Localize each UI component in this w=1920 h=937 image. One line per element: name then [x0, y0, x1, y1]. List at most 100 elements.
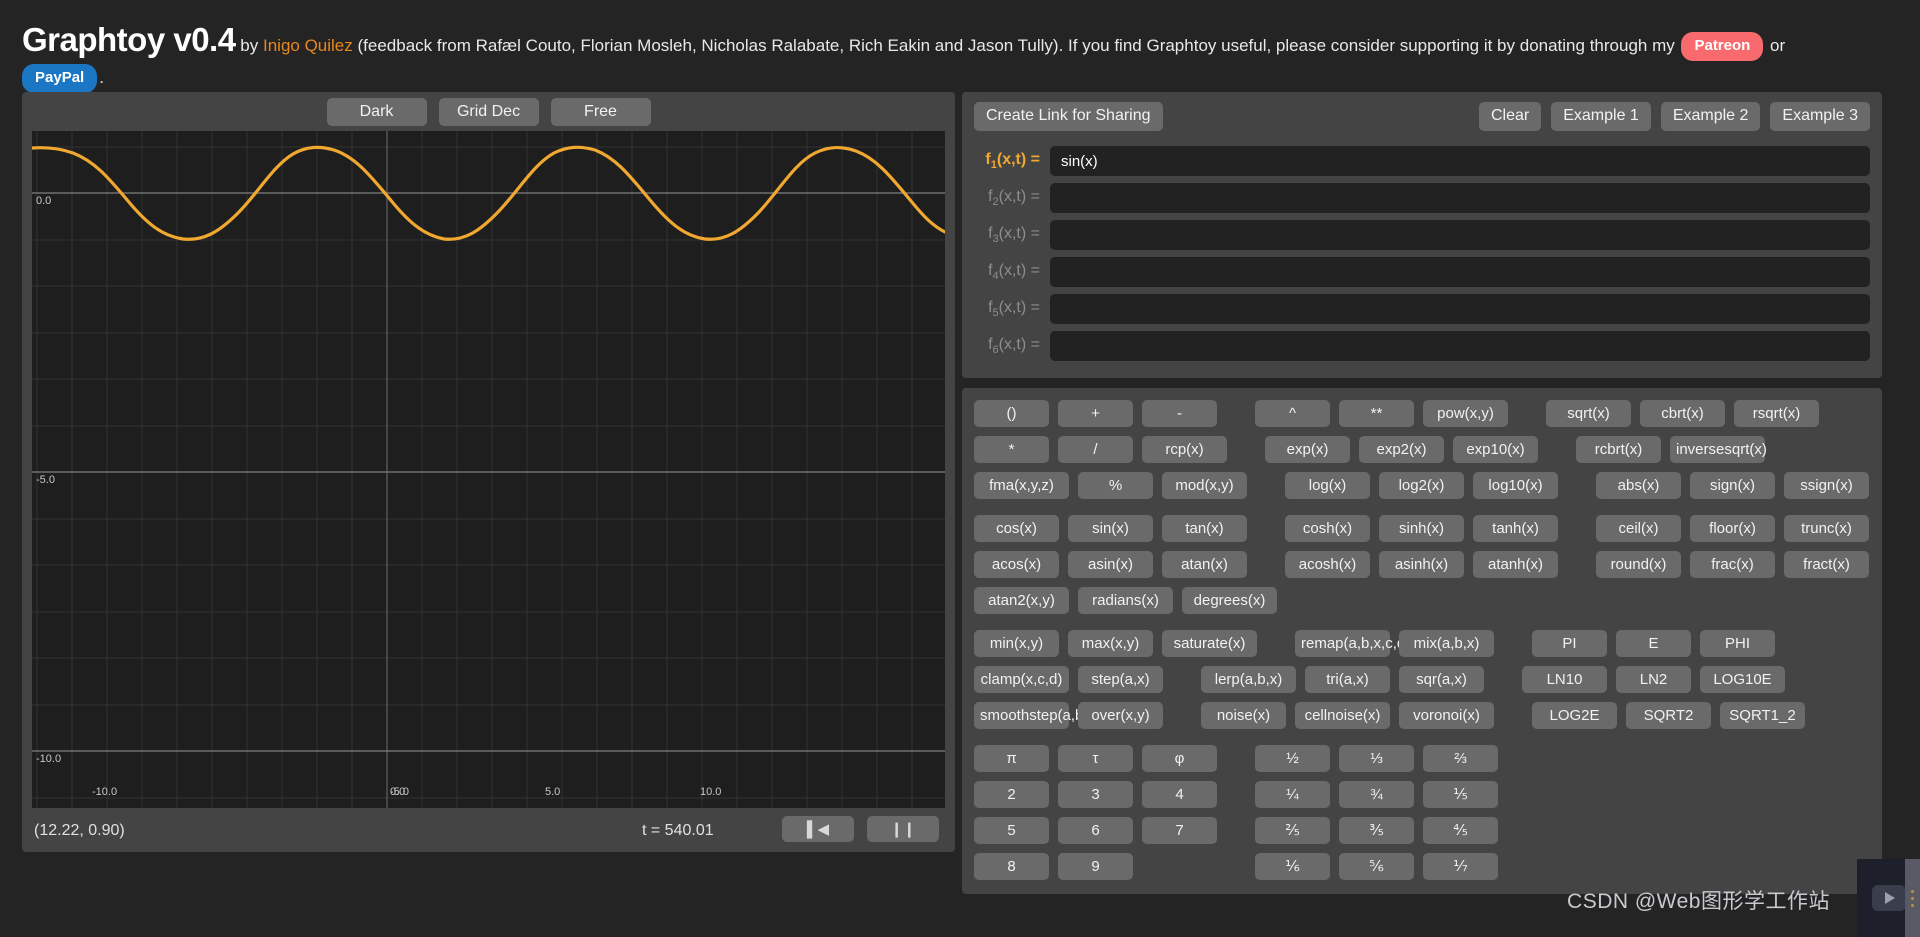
keypad-button-[interactable]: ½	[1255, 745, 1330, 772]
grid-mode-button[interactable]: Grid Dec	[438, 98, 539, 126]
keypad-button-[interactable]: ⅖	[1255, 817, 1330, 844]
paypal-badge[interactable]: PayPal	[22, 63, 98, 93]
keypad-button-9[interactable]: 9	[1058, 853, 1133, 880]
keypad-button-degrees-x[interactable]: degrees(x)	[1182, 587, 1277, 614]
keypad-button-mix-a-b-x[interactable]: mix(a,b,x)	[1399, 630, 1494, 657]
play-icon[interactable]	[1871, 885, 1906, 911]
keypad-button-3[interactable]: 3	[1058, 781, 1133, 808]
keypad-button-clamp-x-c-d[interactable]: clamp(x,c,d)	[974, 666, 1069, 693]
keypad-button-rcbrt-x[interactable]: rcbrt(x)	[1576, 436, 1661, 463]
keypad-button-[interactable]: ⅙	[1255, 853, 1330, 880]
formula-input-f1[interactable]	[1050, 146, 1870, 176]
keypad-button-[interactable]: ⅓	[1339, 745, 1414, 772]
keypad-button-sqrt2[interactable]: SQRT2	[1626, 702, 1711, 729]
keypad-button-[interactable]: ⅕	[1423, 781, 1498, 808]
example-1-button[interactable]: Example 1	[1551, 102, 1651, 131]
keypad-button-ln2[interactable]: LN2	[1616, 666, 1691, 693]
keypad-button-tan-x[interactable]: tan(x)	[1162, 515, 1247, 542]
keypad-button-atanh-x[interactable]: atanh(x)	[1473, 551, 1558, 578]
keypad-button-saturate-x[interactable]: saturate(x)	[1162, 630, 1257, 657]
keypad-button-sqrt-x[interactable]: sqrt(x)	[1546, 400, 1631, 427]
keypad-button-min-x-y[interactable]: min(x,y)	[974, 630, 1059, 657]
keypad-button-5[interactable]: 5	[974, 817, 1049, 844]
keypad-button-fma-x-y-z[interactable]: fma(x,y,z)	[974, 472, 1069, 499]
keypad-button-pi[interactable]: PI	[1532, 630, 1607, 657]
formula-input-f2[interactable]	[1050, 183, 1870, 213]
theme-toggle-button[interactable]: Dark	[326, 98, 427, 126]
keypad-button-smoothstep-a-b-x[interactable]: smoothstep(a,b,x)	[974, 702, 1100, 729]
keypad-button-exp2-x[interactable]: exp2(x)	[1359, 436, 1444, 463]
keypad-button-floor-x[interactable]: floor(x)	[1690, 515, 1775, 542]
keypad-button-6[interactable]: 6	[1058, 817, 1133, 844]
keypad-button-atan-x[interactable]: atan(x)	[1162, 551, 1247, 578]
keypad-button-tri-a-x[interactable]: tri(a,x)	[1305, 666, 1390, 693]
keypad-button-phi[interactable]: PHI	[1700, 630, 1775, 657]
keypad-button-round-x[interactable]: round(x)	[1596, 551, 1681, 578]
keypad-button-rcp-x[interactable]: rcp(x)	[1142, 436, 1227, 463]
keypad-button-log2-x[interactable]: log2(x)	[1379, 472, 1464, 499]
keypad-button-7[interactable]: 7	[1142, 817, 1217, 844]
keypad-button-sin-x[interactable]: sin(x)	[1068, 515, 1153, 542]
keypad-button-log2e[interactable]: LOG2E	[1532, 702, 1617, 729]
keypad-button-remap-a-b-x-c-d[interactable]: remap(a,b,x,c,d)	[1295, 630, 1410, 657]
keypad-button-[interactable]: τ	[1058, 745, 1133, 772]
keypad-button-tanh-x[interactable]: tanh(x)	[1473, 515, 1558, 542]
keypad-button-cosh-x[interactable]: cosh(x)	[1285, 515, 1370, 542]
keypad-button-max-x-y[interactable]: max(x,y)	[1068, 630, 1153, 657]
keypad-button-radians-x[interactable]: radians(x)	[1078, 587, 1173, 614]
keypad-button-[interactable]: ⅘	[1423, 817, 1498, 844]
keypad-button-sqr-a-x[interactable]: sqr(a,x)	[1399, 666, 1484, 693]
keypad-button-[interactable]: +	[1058, 400, 1133, 427]
keypad-button-cos-x[interactable]: cos(x)	[974, 515, 1059, 542]
keypad-button-[interactable]: %	[1078, 472, 1153, 499]
keypad-button-exp10-x[interactable]: exp10(x)	[1453, 436, 1538, 463]
keypad-button-acos-x[interactable]: acos(x)	[974, 551, 1059, 578]
rewind-icon[interactable]: ▌◀	[782, 816, 854, 842]
plot-canvas[interactable]: 0.0 -5.0 -10.0 -10.0 -5.0 0.0 0.0 5.0 10…	[32, 131, 945, 808]
keypad-button-[interactable]: ()	[974, 400, 1049, 427]
keypad-button-[interactable]: ⅚	[1339, 853, 1414, 880]
keypad-button-[interactable]: **	[1339, 400, 1414, 427]
keypad-button-inversesqrt-x[interactable]: inversesqrt(x)	[1670, 436, 1767, 463]
keypad-button-step-a-x[interactable]: step(a,x)	[1078, 666, 1163, 693]
keypad-button-e[interactable]: E	[1616, 630, 1691, 657]
keypad-button-[interactable]: π	[974, 745, 1049, 772]
keypad-button-[interactable]: ⅔	[1423, 745, 1498, 772]
keypad-button-pow-x-y[interactable]: pow(x,y)	[1423, 400, 1508, 427]
patreon-badge[interactable]: Patreon	[1681, 32, 1764, 61]
formula-input-f4[interactable]	[1050, 257, 1870, 287]
example-3-button[interactable]: Example 3	[1770, 102, 1870, 131]
keypad-button-over-x-y[interactable]: over(x,y)	[1078, 702, 1163, 729]
keypad-button-ln10[interactable]: LN10	[1522, 666, 1607, 693]
keypad-button-[interactable]: -	[1142, 400, 1217, 427]
example-2-button[interactable]: Example 2	[1660, 102, 1761, 131]
aspect-mode-button[interactable]: Free	[550, 98, 651, 126]
keypad-button-ceil-x[interactable]: ceil(x)	[1596, 515, 1681, 542]
keypad-button-asin-x[interactable]: asin(x)	[1068, 551, 1153, 578]
keypad-button-cbrt-x[interactable]: cbrt(x)	[1640, 400, 1725, 427]
keypad-button-log10e[interactable]: LOG10E	[1700, 666, 1785, 693]
keypad-button-cellnoise-x[interactable]: cellnoise(x)	[1295, 702, 1390, 729]
keypad-button-lerp-a-b-x[interactable]: lerp(a,b,x)	[1201, 666, 1296, 693]
keypad-button-[interactable]: *	[974, 436, 1049, 463]
keypad-button-acosh-x[interactable]: acosh(x)	[1285, 551, 1370, 578]
clear-button[interactable]: Clear	[1478, 102, 1542, 131]
keypad-button-asinh-x[interactable]: asinh(x)	[1379, 551, 1464, 578]
keypad-button-rsqrt-x[interactable]: rsqrt(x)	[1734, 400, 1819, 427]
formula-input-f6[interactable]	[1050, 331, 1870, 361]
keypad-button-abs-x[interactable]: abs(x)	[1596, 472, 1681, 499]
keypad-button-[interactable]: /	[1058, 436, 1133, 463]
formula-input-f3[interactable]	[1050, 220, 1870, 250]
keypad-button-sign-x[interactable]: sign(x)	[1690, 472, 1775, 499]
keypad-button-ssign-x[interactable]: ssign(x)	[1784, 472, 1869, 499]
keypad-button-log-x[interactable]: log(x)	[1285, 472, 1370, 499]
keypad-button-sinh-x[interactable]: sinh(x)	[1379, 515, 1464, 542]
keypad-button-[interactable]: ⅗	[1339, 817, 1414, 844]
keypad-button-[interactable]: ¾	[1339, 781, 1414, 808]
pause-icon[interactable]: ❙❙	[867, 816, 939, 842]
keypad-button-fract-x[interactable]: fract(x)	[1784, 551, 1869, 578]
keypad-button-4[interactable]: 4	[1142, 781, 1217, 808]
keypad-button-2[interactable]: 2	[974, 781, 1049, 808]
keypad-button-sqrt1-2[interactable]: SQRT1_2	[1720, 702, 1805, 729]
keypad-button-atan2-x-y[interactable]: atan2(x,y)	[974, 587, 1069, 614]
